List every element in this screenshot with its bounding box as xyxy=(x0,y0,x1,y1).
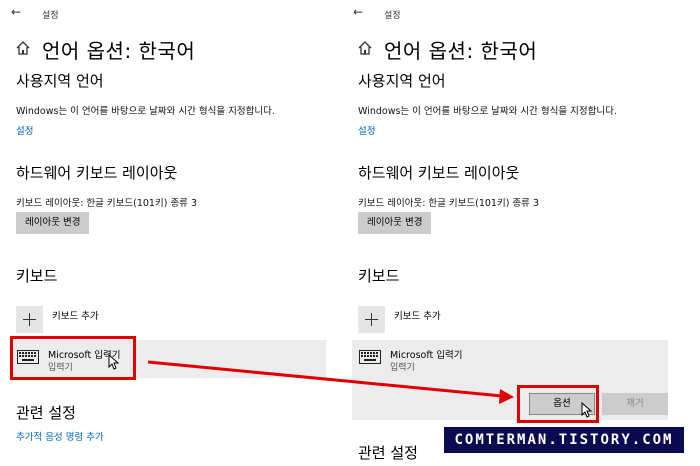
change-layout-button[interactable]: 레이아웃 변경 xyxy=(358,212,432,234)
back-arrow-icon[interactable]: ← xyxy=(11,5,21,19)
related-link[interactable]: 추가적 음성 명령 추가 xyxy=(16,429,104,443)
add-keyboard-label[interactable]: 키보드 추가 xyxy=(394,308,441,322)
page-title: 언어 옵션: 한국어 xyxy=(42,39,196,63)
region-heading: 사용지역 언어 xyxy=(16,72,104,90)
related-heading: 관련 설정 xyxy=(16,404,76,422)
keyboard-icon xyxy=(359,350,381,364)
keyboard-item-sub: 입력기 xyxy=(390,363,415,373)
keyboards-heading: 키보드 xyxy=(358,267,400,285)
region-heading: 사용지역 언어 xyxy=(358,72,446,90)
add-keyboard-icon[interactable] xyxy=(358,306,385,333)
remove-button[interactable]: 제거 xyxy=(602,393,668,415)
settings-panel-before: ← 설정 언어 옵션: 한국어 사용지역 언어 Windows는 이 언어를 바… xyxy=(0,0,342,466)
keyboards-heading: 키보드 xyxy=(16,267,58,285)
keyboard-layout-text: 키보드 레이아웃: 한글 키보드(101키) 종류 3 xyxy=(16,198,197,209)
home-icon[interactable] xyxy=(15,40,31,56)
back-arrow-icon[interactable]: ← xyxy=(353,5,363,19)
mouse-pointer-icon xyxy=(108,354,120,370)
window-title: 설정 xyxy=(384,11,401,21)
home-icon[interactable] xyxy=(357,40,373,56)
add-keyboard-icon[interactable] xyxy=(16,306,43,333)
hardware-heading: 하드웨어 키보드 레이아웃 xyxy=(16,164,178,182)
mouse-pointer-icon xyxy=(581,402,593,418)
keyboard-item-expanded[interactable]: Microsoft 입력기 입력기 옵션 제거 xyxy=(352,340,668,420)
watermark-banner: COMTERMAN.TISTORY.COM xyxy=(444,427,684,453)
window-title: 설정 xyxy=(42,11,59,21)
region-settings-link[interactable]: 설정 xyxy=(16,123,33,137)
region-description: Windows는 이 언어를 바탕으로 날짜와 시간 형식을 지정합니다. xyxy=(358,106,617,117)
change-layout-button[interactable]: 레이아웃 변경 xyxy=(16,212,90,234)
related-heading: 관련 설정 xyxy=(358,444,418,462)
keyboard-layout-text: 키보드 레이아웃: 한글 키보드(101키) 종류 3 xyxy=(358,198,539,209)
keyboard-item-name: Microsoft 입력기 xyxy=(390,350,463,361)
add-keyboard-label[interactable]: 키보드 추가 xyxy=(52,308,99,322)
page-title: 언어 옵션: 한국어 xyxy=(384,39,538,63)
hardware-heading: 하드웨어 키보드 레이아웃 xyxy=(358,164,520,182)
settings-panel-after: ← 설정 언어 옵션: 한국어 사용지역 언어 Windows는 이 언어를 바… xyxy=(342,0,684,466)
region-description: Windows는 이 언어를 바탕으로 날짜와 시간 형식을 지정합니다. xyxy=(16,106,275,117)
region-settings-link[interactable]: 설정 xyxy=(358,123,375,137)
